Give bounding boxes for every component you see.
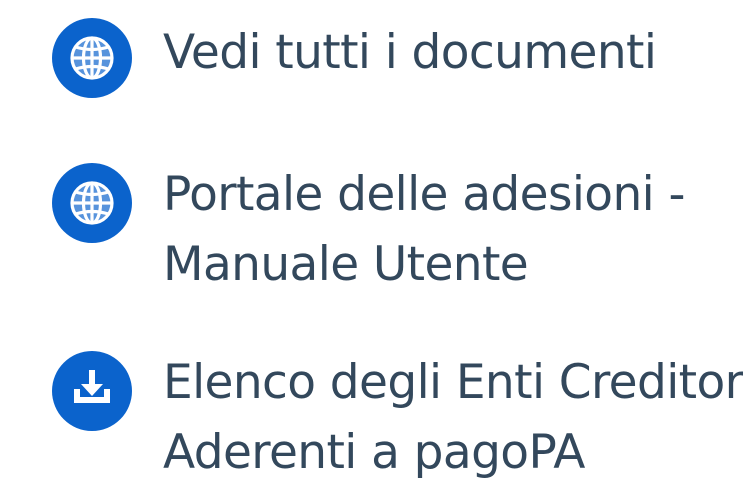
link-label-line: Vedi tutti i documenti	[163, 25, 657, 80]
link-vedi-tutti-i-documenti[interactable]: Vedi tutti i documenti	[52, 18, 657, 98]
globe-icon	[52, 18, 132, 98]
link-label-line: Elenco degli Enti Creditori	[163, 355, 743, 410]
download-icon	[52, 351, 132, 431]
link-label-line: Portale delle adesioni -	[163, 167, 685, 222]
link-label-line: Aderenti a pagoPA	[163, 425, 585, 480]
globe-icon	[52, 163, 132, 243]
link-label-line: Manuale Utente	[163, 237, 529, 292]
link-elenco-enti-creditori[interactable]: Elenco degli Enti Creditori Aderenti a p…	[52, 351, 743, 481]
link-label: Elenco degli Enti Creditori Aderenti a p…	[163, 348, 743, 481]
link-label: Portale delle adesioni - Manuale Utente	[163, 160, 685, 300]
link-manuale-utente[interactable]: Portale delle adesioni - Manuale Utente	[52, 163, 685, 300]
link-label: Vedi tutti i documenti	[163, 18, 657, 88]
